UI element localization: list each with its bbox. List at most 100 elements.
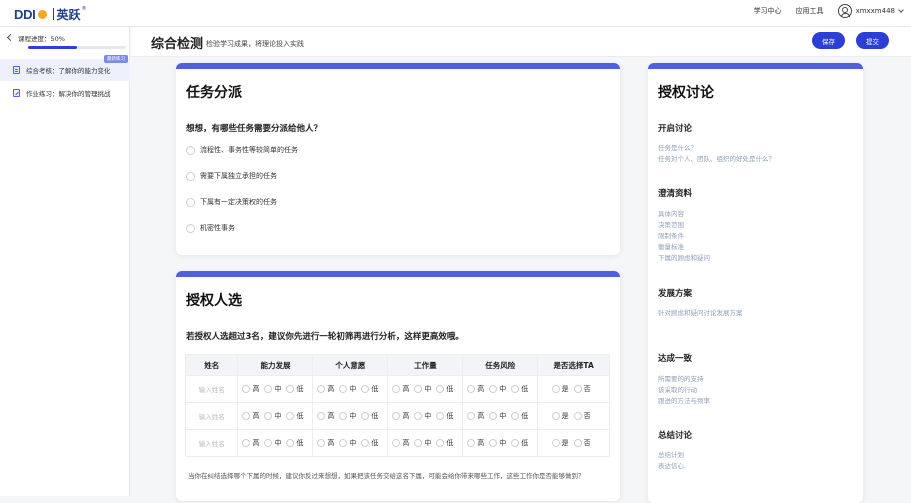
name-input[interactable]: 输入姓名 [199,386,225,394]
radio-button[interactable] [361,438,370,447]
radio-label: 低 [446,384,454,393]
radio-button[interactable] [573,411,582,420]
radio-label: 低 [446,411,454,420]
radio-button[interactable] [436,384,445,393]
radio-button[interactable] [489,438,498,447]
submit-button[interactable]: 提交 [856,32,889,49]
checkbox[interactable] [186,171,195,181]
radio-label: 中 [499,384,507,393]
radio-button[interactable] [511,384,520,393]
section-line: 决策范围 [658,221,684,229]
name-input[interactable]: 输入姓名 [199,440,225,448]
radio-button[interactable] [414,384,423,393]
radio-button[interactable] [242,438,251,447]
radio-button[interactable] [339,411,348,420]
radio-button[interactable] [339,384,348,393]
page-subtitle: 检验学习成果，将理论投入实践 [206,40,304,48]
logo-divider [52,8,54,20]
name-cell: 输入姓名 [184,375,239,403]
candidate-table: 姓名 能力发展 个人意愿 工作量 任务风险 是否选择TA 输入姓名高中低高中低高… [184,354,610,457]
radio-button[interactable] [551,384,560,393]
radio-button[interactable] [392,411,401,420]
checkbox[interactable] [186,145,195,155]
section-line: 限制条件 [658,232,684,240]
radio-button[interactable] [573,438,582,447]
option-item[interactable]: 下属有一定决策权的任务 [186,197,277,207]
radio-button[interactable] [511,411,520,420]
radio-label: 高 [252,384,260,393]
option-item[interactable]: 机密性事务 [186,223,235,233]
tip-note: 当你在纠结选择哪个下属的时候，建议你反过来想想，如果把该任务交给这名下属，可能会… [188,472,585,480]
logo[interactable]: DDI 英跃 ® [14,6,87,22]
option-item[interactable]: 需要下属独立承担的任务 [186,171,277,181]
radio-button[interactable] [467,384,476,393]
rating-cell: 高中低 [387,402,464,430]
username[interactable]: xmxxm448 [856,7,895,15]
radio-label: 中 [274,411,282,420]
radio-label: 高 [477,411,485,420]
nav-tools[interactable]: 应用工具 [796,6,824,16]
radio-button[interactable] [467,411,476,420]
radio-button[interactable] [317,438,326,447]
radio-label: 中 [499,438,507,447]
document-icon [13,66,20,74]
radio-label: 中 [424,438,432,447]
section-heading: 开启讨论 [658,124,693,134]
table-row: 输入姓名高中低高中低高中低高中低是否 [184,429,610,457]
logo-brand: 英跃 [56,7,81,22]
radio-button[interactable] [361,384,370,393]
radio-button[interactable] [414,438,423,447]
radio-button[interactable] [264,411,273,420]
save-button[interactable]: 保存 [812,32,845,49]
radio-button[interactable] [317,384,326,393]
edit-icon [13,89,20,97]
radio-button[interactable] [317,411,326,420]
sidebar-item-homework[interactable]: 作业练习：解决你的管理挑战 [0,82,130,104]
option-item[interactable]: 流程性、事务性等较简单的任务 [186,145,298,155]
name-input[interactable]: 输入姓名 [199,413,225,421]
radio-button[interactable] [264,438,273,447]
col-header: 姓名 [184,354,239,376]
option-label: 机密性事务 [200,224,235,232]
radio-label: 是 [561,438,569,447]
radio-button[interactable] [286,384,295,393]
radio-button[interactable] [242,384,251,393]
sidebar-item-assessment[interactable]: 综合考核：了解你的能力变化 最新练习 [0,55,130,81]
rating-cell: 高中低 [387,429,464,457]
section-heading: 总结讨论 [658,431,693,441]
option-label: 流程性、事务性等较简单的任务 [200,146,298,154]
radio-button[interactable] [414,411,423,420]
back-arrow-icon[interactable] [6,33,15,42]
checkbox[interactable] [186,197,195,207]
radio-button[interactable] [339,438,348,447]
radio-button[interactable] [551,438,560,447]
card-title: 任务分派 [186,85,242,101]
radio-button[interactable] [467,438,476,447]
radio-label: 高 [327,438,335,447]
radio-button[interactable] [511,438,520,447]
nav-learning-center[interactable]: 学习中心 [754,6,782,16]
radio-button[interactable] [436,411,445,420]
radio-button[interactable] [436,438,445,447]
radio-label: 低 [371,438,379,447]
radio-button[interactable] [264,384,273,393]
section-line: 总结计划 [658,451,684,459]
radio-button[interactable] [573,384,582,393]
radio-label: 高 [402,438,410,447]
chevron-down-icon[interactable] [898,7,904,13]
radio-button[interactable] [242,411,251,420]
radio-button[interactable] [286,438,295,447]
radio-button[interactable] [392,438,401,447]
card-accent-bar [176,63,620,69]
radio-button[interactable] [489,384,498,393]
radio-button[interactable] [551,411,560,420]
checkbox[interactable] [186,223,195,233]
user-avatar-icon[interactable] [837,4,852,18]
radio-button[interactable] [286,411,295,420]
name-cell: 输入姓名 [184,402,239,430]
radio-button[interactable] [489,411,498,420]
radio-label: 中 [349,384,357,393]
radio-button[interactable] [361,411,370,420]
select-cell: 是否 [537,375,610,403]
radio-button[interactable] [392,384,401,393]
